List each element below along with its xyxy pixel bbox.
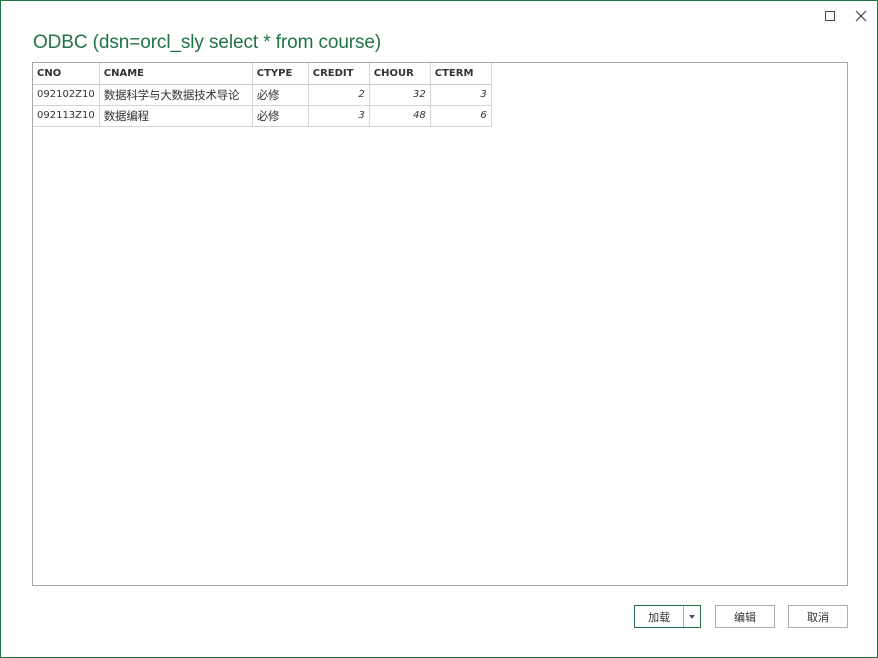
cell-cname[interactable]: 数据科学与大数据技术导论 <box>98 83 253 106</box>
column-header-credit[interactable]: CREDIT <box>307 63 370 85</box>
table-row[interactable]: 092102Z10 数据科学与大数据技术导论 必修 2 32 3 <box>33 83 492 106</box>
cell-cterm[interactable]: 3 <box>429 83 492 106</box>
header-row: CNO CNAME CTYPE CREDIT CHOUR CTERM <box>33 63 492 85</box>
table-row[interactable]: 092113Z10 数据编程 必修 3 48 6 <box>33 104 492 127</box>
cell-chour[interactable]: 48 <box>368 104 431 127</box>
chevron-down-icon <box>689 614 696 619</box>
cell-credit[interactable]: 2 <box>307 83 370 106</box>
column-header-chour[interactable]: CHOUR <box>368 63 431 85</box>
cell-chour[interactable]: 32 <box>368 83 431 106</box>
load-split-button: 加载 <box>634 605 701 628</box>
load-button[interactable]: 加载 <box>635 609 683 625</box>
cell-cname[interactable]: 数据编程 <box>98 104 253 127</box>
close-button[interactable] <box>849 5 873 27</box>
data-table: CNO CNAME CTYPE CREDIT CHOUR CTERM 09210… <box>33 63 492 127</box>
load-dropdown-button[interactable] <box>684 614 700 619</box>
cell-ctype[interactable]: 必修 <box>251 104 309 127</box>
cancel-button[interactable]: 取消 <box>788 605 848 628</box>
column-header-ctype[interactable]: CTYPE <box>251 63 309 85</box>
edit-button[interactable]: 编辑 <box>715 605 775 628</box>
maximize-icon <box>825 11 835 21</box>
close-icon <box>855 10 867 22</box>
preview-grid[interactable]: CNO CNAME CTYPE CREDIT CHOUR CTERM 09210… <box>32 62 848 586</box>
column-header-cno[interactable]: CNO <box>33 63 100 85</box>
column-header-cterm[interactable]: CTERM <box>429 63 492 85</box>
cell-cno[interactable]: 092113Z10 <box>33 104 100 127</box>
cell-cno[interactable]: 092102Z10 <box>33 83 100 106</box>
column-header-cname[interactable]: CNAME <box>98 63 253 85</box>
cell-ctype[interactable]: 必修 <box>251 83 309 106</box>
maximize-button[interactable] <box>818 5 842 27</box>
dialog-title: ODBC (dsn=orcl_sly select * from course) <box>33 32 382 53</box>
dialog-window: ODBC (dsn=orcl_sly select * from course)… <box>0 0 878 658</box>
cell-credit[interactable]: 3 <box>307 104 370 127</box>
cell-cterm[interactable]: 6 <box>429 104 492 127</box>
